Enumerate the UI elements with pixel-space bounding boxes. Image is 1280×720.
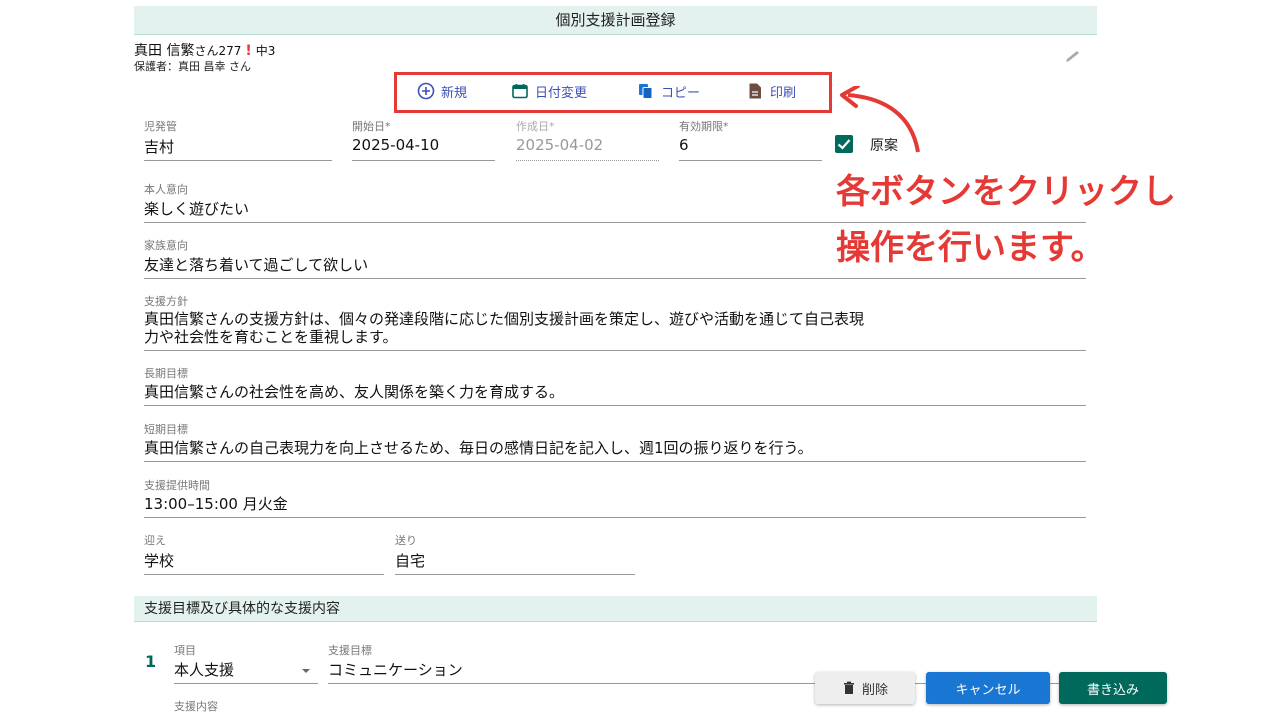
student-id: 277 <box>218 44 242 58</box>
service-time-label: 支援提供時間 <box>144 479 210 492</box>
page-title: 個別支援計画登録 <box>134 6 1097 35</box>
short-goal-label: 短期目標 <box>144 423 188 436</box>
cancel-button[interactable]: キャンセル <box>926 672 1050 704</box>
add-circle-icon <box>417 82 435 100</box>
long-goal-input[interactable]: 真田信繁さんの社会性を高め、友人関係を築く力を育成する。 <box>144 381 1086 406</box>
edit-pencil-icon[interactable] <box>1064 50 1082 64</box>
pickup-input[interactable]: 学校 <box>144 550 384 575</box>
item-select-value: 本人支援 <box>174 661 235 679</box>
dropdown-arrow-icon <box>302 669 310 673</box>
created-date-input: 2025-04-02 <box>516 136 659 161</box>
date-change-button[interactable]: 日付変更 <box>511 80 587 102</box>
service-time-input[interactable]: 13:00–15:00 月火金 <box>144 493 1086 518</box>
document-icon <box>749 83 761 99</box>
copy-button[interactable]: コピー <box>637 80 700 102</box>
created-date-label: 作成日* <box>516 120 555 133</box>
content-label: 支援内容 <box>174 700 218 713</box>
annotation-line-2: 操作を行います。 <box>836 228 1105 268</box>
start-date-input[interactable]: 2025-04-10 <box>352 136 495 161</box>
guardian-name: 保護者：真田 昌幸 さん <box>134 60 251 73</box>
self-intent-label: 本人意向 <box>144 183 188 196</box>
dropoff-input[interactable]: 自宅 <box>395 550 635 575</box>
row-number: 1 <box>145 652 157 671</box>
policy-input[interactable]: 真田信繁さんの支援方針は、個々の発達段階に応じた個別支援計画を策定し、遊びや活動… <box>144 310 1086 351</box>
validity-label: 有効期限* <box>679 120 729 133</box>
print-button[interactable]: 印刷 <box>746 80 796 102</box>
student-grade: 中3 <box>255 44 276 58</box>
manager-input[interactable]: 吉村 <box>144 136 332 161</box>
policy-line-1: 真田信繁さんの支援方針は、個々の発達段階に応じた個別支援計画を策定し、遊びや活動… <box>144 310 865 328</box>
item-select[interactable]: 本人支援 <box>174 659 318 684</box>
save-button[interactable]: 書き込み <box>1059 672 1167 704</box>
item-label: 項目 <box>174 644 196 657</box>
dropoff-label: 送り <box>395 534 417 547</box>
copy-icon <box>639 84 653 99</box>
policy-label: 支援方針 <box>144 295 188 308</box>
calendar-icon <box>512 84 528 99</box>
manager-label: 児発管 <box>144 120 177 133</box>
long-goal-label: 長期目標 <box>144 367 188 380</box>
pickup-label: 迎え <box>144 534 166 547</box>
delete-button[interactable]: 削除 <box>815 672 915 704</box>
date-change-button-label: 日付変更 <box>535 85 588 101</box>
start-date-label: 開始日* <box>352 120 391 133</box>
goal-label: 支援目標 <box>328 644 372 657</box>
policy-line-2: 力や社会性を育むことを重視します。 <box>144 328 398 346</box>
trash-icon <box>843 681 854 694</box>
student-name: 真田 信繁 <box>134 43 195 59</box>
alert-mark: ! <box>245 43 252 59</box>
copy-button-label: コピー <box>661 85 701 101</box>
short-goal-input[interactable]: 真田信繁さんの自己表現力を向上させるため、毎日の感情日記を記入し、週1回の振り返… <box>144 437 1086 462</box>
student-honorific: さん <box>194 44 219 58</box>
family-intent-label: 家族意向 <box>144 239 188 252</box>
print-button-label: 印刷 <box>770 85 797 101</box>
annotation-arrow-icon <box>840 86 920 153</box>
support-section-header: 支援目標及び具体的な支援内容 <box>134 596 1097 622</box>
new-button-label: 新規 <box>441 85 468 101</box>
validity-input[interactable]: 6 <box>679 136 822 161</box>
new-button[interactable]: 新規 <box>417 80 467 102</box>
student-info: 真田 信繁さん277! 中3 <box>134 40 275 60</box>
delete-button-label: 削除 <box>861 682 888 698</box>
annotation-line-1: 各ボタンをクリックし <box>836 172 1176 212</box>
